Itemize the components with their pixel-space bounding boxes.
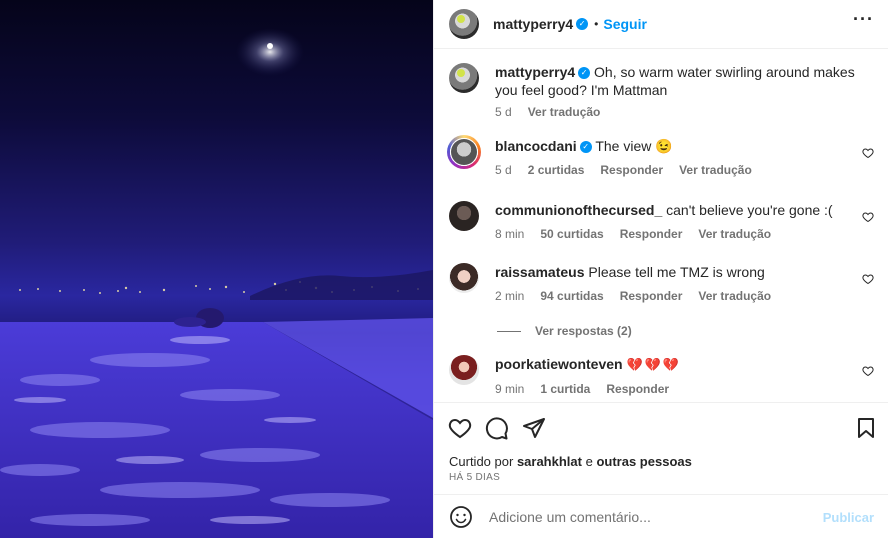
author-avatar[interactable] xyxy=(449,63,479,93)
like-heart-icon[interactable] xyxy=(448,416,472,440)
comment-bubble-icon[interactable] xyxy=(485,416,509,440)
verified-badge-icon: ✓ xyxy=(579,141,592,154)
like-comment-heart-icon[interactable] xyxy=(862,147,874,159)
translate-link[interactable]: Ver tradução xyxy=(528,105,601,119)
translate-link[interactable]: Ver tradução xyxy=(679,163,752,177)
comment-item: communionofthecursed_ can't believe you'… xyxy=(449,201,874,241)
commenter-username[interactable]: raissamateus xyxy=(495,264,585,280)
comment-time[interactable]: 8 min xyxy=(495,227,524,241)
comment-time[interactable]: 2 min xyxy=(495,289,524,303)
translate-link[interactable]: Ver tradução xyxy=(698,289,771,303)
liked-by-summary: Curtido por sarahkhlat e outras pessoas xyxy=(449,454,692,469)
follow-button[interactable]: Seguir xyxy=(603,16,647,32)
commenter-username[interactable]: blancocdani xyxy=(495,138,577,154)
comment-likes[interactable]: 2 curtidas xyxy=(528,163,585,177)
caption-text: mattyperry4 ✓ Oh, so warm water swirling … xyxy=(495,63,874,99)
commenter-username[interactable]: poorkatiewonteven xyxy=(495,356,623,372)
liked-by-prefix: Curtido por xyxy=(449,454,514,469)
commenter-avatar[interactable] xyxy=(449,355,479,385)
comment-likes[interactable]: 50 curtidas xyxy=(540,227,603,241)
liked-by-user[interactable]: sarahkhlat xyxy=(517,454,582,469)
caption-time[interactable]: 5 d xyxy=(495,105,512,119)
liked-by-conjunction: e xyxy=(585,454,593,469)
more-horizontal-icon[interactable]: ··· xyxy=(853,10,874,28)
post-date[interactable]: HÁ 5 DIAS xyxy=(449,472,500,483)
reply-button[interactable]: Responder xyxy=(620,289,683,303)
view-replies-button[interactable]: Ver respostas (2) xyxy=(497,324,632,338)
reply-button[interactable]: Responder xyxy=(600,163,663,177)
comment-item: blancocdani ✓ The view 😉 5 d 2 curtidas R… xyxy=(449,137,874,177)
reply-button[interactable]: Responder xyxy=(620,227,683,241)
comment-text: Please tell me TMZ is wrong xyxy=(588,264,765,280)
post-header: mattyperry4 ✓ • Seguir ··· xyxy=(434,0,888,49)
comment-time[interactable]: 5 d xyxy=(495,163,512,177)
view-replies-label[interactable]: Ver respostas (2) xyxy=(535,324,632,338)
broken-heart-emojis: 💔💔💔 xyxy=(626,357,682,372)
author-avatar[interactable] xyxy=(449,9,479,39)
commenter-avatar[interactable] xyxy=(447,135,481,169)
comment-likes[interactable]: 94 curtidas xyxy=(540,289,603,303)
commenter-avatar[interactable] xyxy=(449,201,479,231)
caption-username[interactable]: mattyperry4 xyxy=(495,64,575,80)
comments-list[interactable]: mattyperry4 ✓ Oh, so warm water swirling … xyxy=(434,49,888,401)
night-hot-tub-image xyxy=(0,28,433,538)
comment-text: The view xyxy=(595,138,652,154)
save-bookmark-icon[interactable] xyxy=(854,416,878,440)
emoji-picker-icon[interactable] xyxy=(449,505,473,529)
translate-link[interactable]: Ver tradução xyxy=(698,227,771,241)
post-caption: mattyperry4 ✓ Oh, so warm water swirling … xyxy=(449,63,874,119)
wink-emoji: 😉 xyxy=(655,138,673,154)
comment-composer: Publicar xyxy=(434,494,888,539)
comment-input[interactable] xyxy=(487,508,823,526)
commenter-avatar[interactable] xyxy=(449,263,479,293)
comment-time[interactable]: 9 min xyxy=(495,382,524,396)
comment-item: raissamateus Please tell me TMZ is wrong… xyxy=(449,263,874,303)
like-comment-heart-icon[interactable] xyxy=(862,211,874,223)
verified-badge-icon: ✓ xyxy=(576,18,589,30)
post-photo[interactable] xyxy=(0,0,433,538)
share-paper-plane-icon[interactable] xyxy=(522,416,546,440)
verified-badge-icon: ✓ xyxy=(578,67,591,80)
replies-divider xyxy=(497,330,521,332)
comment-item: poorkatiewonteven 💔💔💔 9 min 1 curtida Re… xyxy=(449,355,874,396)
separator: • xyxy=(594,17,599,31)
author-username[interactable]: mattyperry4 xyxy=(493,16,573,32)
reply-button[interactable]: Responder xyxy=(606,382,669,396)
comment-text: can't believe you're gone :( xyxy=(666,202,833,218)
publish-button[interactable]: Publicar xyxy=(823,510,874,525)
like-comment-heart-icon[interactable] xyxy=(862,273,874,285)
action-bar xyxy=(434,402,888,450)
liked-by-others[interactable]: outras pessoas xyxy=(596,454,691,469)
post-details-panel: mattyperry4 ✓ • Seguir ··· mattyperry4 ✓ … xyxy=(433,0,888,538)
like-comment-heart-icon[interactable] xyxy=(862,365,874,377)
commenter-username[interactable]: communionofthecursed_ xyxy=(495,202,662,218)
comment-likes[interactable]: 1 curtida xyxy=(540,382,590,396)
